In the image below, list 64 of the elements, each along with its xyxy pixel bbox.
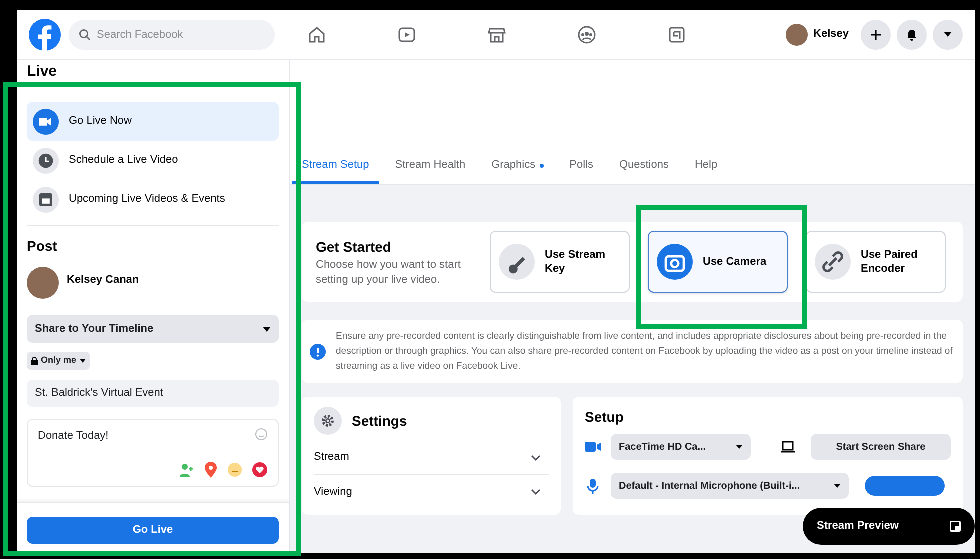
search-icon [79,28,91,40]
settings-section[interactable]: Stream [314,441,549,475]
info-icon [310,344,326,360]
title-field[interactable]: St. Baldrick's Virtual Event [27,380,279,407]
logo-icon[interactable] [29,18,61,50]
setup-option-button[interactable]: Use Camera [648,231,788,293]
microphone-select[interactable]: Default - Internal Microphone (Built-i... [611,473,849,499]
clock-icon [33,148,59,174]
audience-select[interactable]: Share to Your Timeline [27,315,279,343]
video-camera-icon [33,108,59,134]
card-title: Setup [585,408,625,427]
go-live-button[interactable]: Go Live [27,517,279,544]
profile-chip[interactable]: Kelsey [786,24,855,46]
microphone-icon [585,478,601,494]
description-field[interactable]: Donate Today! [27,419,279,487]
bell-icon [906,28,918,40]
feeling-icon[interactable] [227,462,243,478]
chain-link-icon [815,244,851,280]
notifications-button[interactable] [897,20,927,50]
camera-icon [657,244,693,280]
fundraiser-icon[interactable] [252,462,268,478]
laptop-icon [781,441,795,453]
author-name: Kelsey Canan [67,272,140,288]
card-description: Choose how you want to start setting up your live video. [316,258,462,288]
home-icon[interactable] [307,24,327,44]
page-icon[interactable] [667,24,687,44]
caret-icon [834,484,841,488]
camera-icon [585,441,601,453]
section-heading: Post [27,237,58,256]
create-button[interactable] [861,20,891,50]
gear-icon [314,407,342,435]
caret-icon [263,326,271,332]
avatar [786,24,808,46]
location-pin-icon[interactable] [204,462,218,478]
avatar [27,267,59,299]
tab[interactable]: Graphics [482,150,554,184]
notice-text: Ensure any pre-recorded content is clearly distinguishable from live content, and includes appropriate disclosures about being pre-recorded in the description or through graphics. You can also share pre-recorded content on Facebook by uploading the video as a post on your timeline instead of streaming as a live video on Facebook Live. [336,330,954,374]
card-title: Get Started [316,238,392,256]
caret-icon [736,445,743,449]
account-menu-button[interactable] [933,20,963,50]
privacy-select[interactable]: Only me [27,352,90,370]
plus-icon [870,28,882,40]
sidebar-title: Live [27,64,58,80]
picture-in-picture-icon [950,521,961,532]
card-title: Settings [352,412,408,431]
setup-option-button[interactable]: Use Paired Encoder [806,231,946,293]
sidebar-item[interactable]: Go Live Now [27,102,279,141]
setup-option-button[interactable]: Use Stream Key [490,231,630,293]
settings-section[interactable]: Viewing [314,475,549,509]
tab[interactable]: Stream Health [385,150,476,184]
tab[interactable]: Polls [560,150,604,184]
camera-select[interactable]: FaceTime HD Ca... [611,434,751,460]
caret-icon [80,359,86,363]
stream-preview-button[interactable]: Stream Preview [803,508,975,545]
search-field[interactable]: Search Facebook [69,20,275,50]
sidebar-item[interactable]: Schedule a Live Video [27,141,279,180]
screen-share-button[interactable]: Start Screen Share [811,434,951,460]
calendar-icon [33,186,59,212]
caret-icon [943,32,953,38]
lock-icon [31,357,38,365]
tab[interactable]: Questions [609,150,679,184]
tab[interactable]: Help [684,150,728,184]
sidebar-item[interactable]: Upcoming Live Videos & Events [27,180,279,219]
key-icon [499,244,535,280]
